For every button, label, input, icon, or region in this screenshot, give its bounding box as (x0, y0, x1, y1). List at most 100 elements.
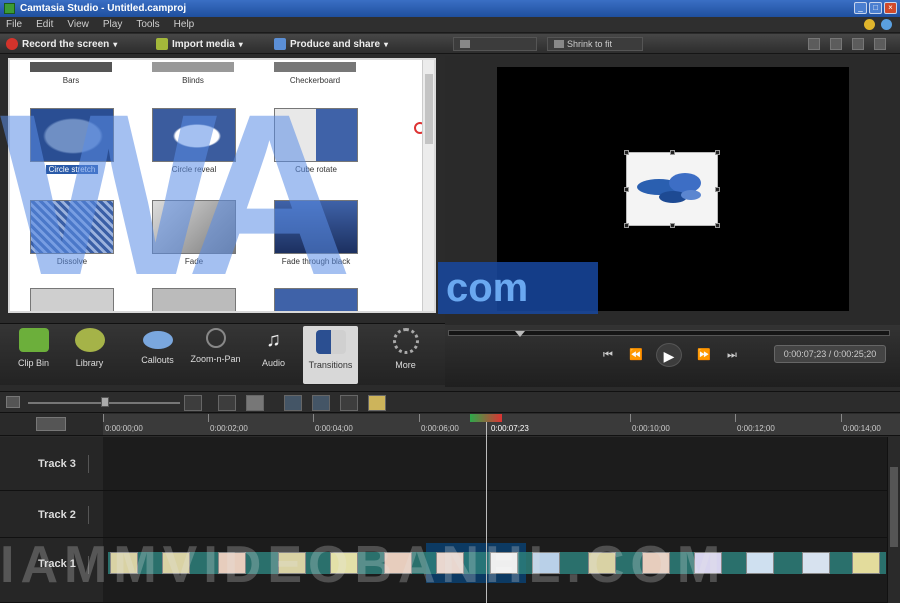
track-header-3[interactable]: Track 3 (0, 437, 103, 491)
task-more[interactable]: More (378, 328, 433, 370)
notes-icon[interactable] (368, 395, 386, 411)
transition-label: Circle reveal (171, 165, 217, 174)
chevron-down-icon: ▾ (113, 39, 118, 49)
blinds-thumbnail[interactable] (152, 62, 234, 72)
menu-edit[interactable]: Edit (36, 19, 53, 30)
import-media-button[interactable]: Import media ▾ (156, 36, 243, 52)
resize-handle[interactable] (624, 223, 629, 228)
split-icon[interactable] (284, 395, 302, 411)
menu-tools[interactable]: Tools (136, 19, 159, 30)
transition-thumbnail-partial[interactable] (274, 288, 358, 311)
clipbin-scrollbar[interactable] (422, 60, 434, 311)
produce-share-button[interactable]: Produce and share ▾ (274, 36, 388, 52)
menu-play[interactable]: Play (103, 19, 122, 30)
transition-label-bars: Bars (62, 76, 80, 85)
tick-label: 0:00:00;00 (105, 424, 143, 433)
watermark-bottom: IAMMVIDEOBANHL.COM (0, 540, 727, 590)
import-icon (156, 38, 168, 50)
transition-dissolve[interactable]: Dissolve (30, 200, 114, 266)
resize-handle[interactable] (624, 150, 629, 155)
track-2[interactable] (103, 491, 887, 538)
play-button[interactable]: ▶ (656, 343, 682, 367)
chevron-down-icon: ▾ (384, 39, 389, 49)
playhead-handle[interactable] (470, 414, 502, 422)
fullscreen-icon[interactable] (830, 38, 842, 50)
transition-label-checkerboard: Checkerboard (289, 76, 341, 85)
dissolve-thumbnail (30, 200, 114, 254)
task-tabs: Clip Bin Library Callouts Zoom-n-Pan ♫ A… (0, 323, 445, 385)
help-icon[interactable] (864, 19, 875, 30)
transition-cube-rotate[interactable]: Cube rotate (274, 108, 358, 174)
track-header-2[interactable]: Track 2 (0, 491, 103, 538)
playhead-time-label: 0:00:07;23 (491, 424, 529, 433)
rewind-button[interactable]: ⏪ (626, 346, 646, 364)
transition-label: Dissolve (56, 257, 88, 266)
task-zoom-n-pan[interactable]: Zoom-n-Pan (188, 328, 243, 364)
resize-handle[interactable] (624, 187, 629, 192)
task-transitions[interactable]: Transitions (303, 326, 358, 384)
view-mode-button[interactable] (453, 37, 537, 51)
watermark-com: com (438, 262, 598, 314)
circle-reveal-thumbnail (152, 108, 236, 162)
transition-thumbnail-partial[interactable] (152, 288, 236, 311)
task-library[interactable]: Library (62, 328, 117, 368)
scrollbar-thumb[interactable] (425, 74, 433, 144)
next-clip-button[interactable]: ⏭ (722, 346, 742, 364)
transition-label: Circle stretch (45, 165, 99, 174)
resize-handle[interactable] (715, 187, 720, 192)
previous-clip-button[interactable]: ⏮ (598, 346, 618, 364)
undock-icon[interactable] (874, 38, 886, 50)
track-3[interactable] (103, 437, 887, 491)
tick-label: 0:00:10;00 (632, 424, 670, 433)
preview-size-icon[interactable] (852, 38, 864, 50)
menu-view[interactable]: View (67, 19, 89, 30)
zoom-slider-knob[interactable] (101, 397, 109, 407)
minimize-button[interactable]: _ (854, 2, 867, 14)
detach-icon[interactable] (808, 38, 820, 50)
task-callouts[interactable]: Callouts (130, 328, 185, 365)
resize-handle[interactable] (670, 150, 675, 155)
copy-icon[interactable] (246, 395, 264, 411)
transition-fade[interactable]: Fade (152, 200, 236, 266)
maximize-button[interactable]: □ (869, 2, 882, 14)
fast-forward-button[interactable]: ⏩ (694, 346, 714, 364)
transition-thumbnail-partial[interactable] (30, 288, 114, 311)
checkerboard-thumbnail[interactable] (274, 62, 356, 72)
transition-circle-reveal[interactable]: Circle reveal (152, 108, 236, 174)
track-options-button[interactable] (36, 417, 66, 431)
resize-handle[interactable] (715, 150, 720, 155)
record-screen-button[interactable]: Record the screen ▾ (6, 36, 117, 52)
menu-bar: File Edit View Play Tools Help (0, 17, 900, 33)
task-clip-bin[interactable]: Clip Bin (6, 328, 61, 368)
zoom-out-icon[interactable] (6, 396, 20, 408)
marker-icon[interactable] (312, 395, 330, 411)
title-bar: Camtasia Studio - Untitled.camproj _ □ × (0, 0, 900, 17)
transition-fade-through-black[interactable]: Fade through black (274, 200, 358, 266)
zoom-in-icon[interactable] (184, 395, 202, 411)
transition-circle-stretch[interactable]: Circle stretch (30, 108, 114, 175)
resize-handle[interactable] (715, 223, 720, 228)
menu-help[interactable]: Help (174, 19, 195, 30)
task-audio[interactable]: ♫ Audio (246, 328, 301, 368)
transition-label: Fade (184, 257, 204, 266)
tick-label: 0:00:04;00 (315, 424, 353, 433)
app-icon (4, 3, 15, 14)
scrubber-knob[interactable] (515, 331, 525, 337)
resize-handle[interactable] (670, 223, 675, 228)
bars-thumbnail[interactable] (30, 62, 112, 72)
fade-through-black-thumbnail (274, 200, 358, 254)
time-display: 0:00:07;23 / 0:00:25;20 (774, 345, 886, 363)
transition-label: Cube rotate (295, 165, 337, 174)
close-button[interactable]: × (884, 2, 897, 14)
menu-file[interactable]: File (6, 19, 22, 30)
shrink-to-fit-button[interactable]: Shrink to fit (547, 37, 643, 51)
main-toolbar: Record the screen ▾ Import media ▾ Produ… (0, 34, 900, 54)
extend-frame-icon[interactable] (340, 395, 358, 411)
audio-icon: ♫ (266, 329, 281, 351)
fit-icon (554, 40, 564, 48)
fade-thumbnail (152, 200, 236, 254)
info-icon[interactable] (881, 19, 892, 30)
scrollbar-thumb[interactable] (890, 467, 898, 547)
cut-icon[interactable] (218, 395, 236, 411)
preview-clip[interactable] (624, 150, 720, 228)
